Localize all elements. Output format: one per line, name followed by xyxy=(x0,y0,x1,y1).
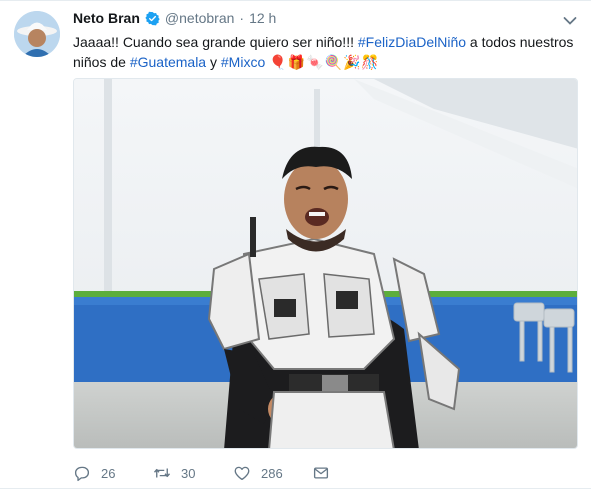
like-count: 286 xyxy=(261,465,283,481)
hashtag-link-guatemala[interactable]: #Guatemala xyxy=(130,54,206,70)
envelope-icon xyxy=(313,467,329,479)
author-name[interactable]: Neto Bran xyxy=(73,10,140,26)
tweet-header: Neto Bran @netobran · 12 h xyxy=(73,10,276,26)
reply-count: 26 xyxy=(101,465,116,481)
direct-message-button[interactable] xyxy=(312,464,330,482)
tweet-actions: 26 30 286 xyxy=(73,463,330,483)
text-segment: y xyxy=(206,54,221,70)
reply-icon xyxy=(74,466,90,482)
tweet-photo[interactable] xyxy=(73,78,578,449)
verified-badge-icon xyxy=(145,11,160,26)
emoji-sequence: 🎈🎁🍬🍭🎉🎊 xyxy=(269,54,380,70)
chevron-down-icon[interactable] xyxy=(563,13,577,25)
retweet-icon xyxy=(153,468,171,478)
separator-dot: · xyxy=(239,10,245,26)
tweet-timestamp[interactable]: 12 h xyxy=(249,10,276,26)
reply-button[interactable]: 26 xyxy=(73,464,153,482)
heart-icon xyxy=(234,466,250,481)
like-button[interactable]: 286 xyxy=(233,464,312,482)
retweet-count: 30 xyxy=(181,465,196,481)
tweet-text: Jaaaa!! Cuando sea grande quiero ser niñ… xyxy=(73,32,578,72)
photo-armor-costume xyxy=(74,79,577,448)
avatar[interactable] xyxy=(14,11,60,57)
text-segment: Jaaaa!! Cuando sea grande quiero ser niñ… xyxy=(73,34,358,50)
retweet-button[interactable]: 30 xyxy=(153,464,233,482)
tweet-card[interactable]: Neto Bran @netobran · 12 h Jaaaa!! Cuand… xyxy=(0,0,591,489)
hashtag-link-mixco[interactable]: #Mixco xyxy=(221,54,265,70)
hashtag-link-felizdiadelnino[interactable]: #FelizDiaDelNiño xyxy=(358,34,466,50)
author-handle[interactable]: @netobran xyxy=(165,10,234,26)
